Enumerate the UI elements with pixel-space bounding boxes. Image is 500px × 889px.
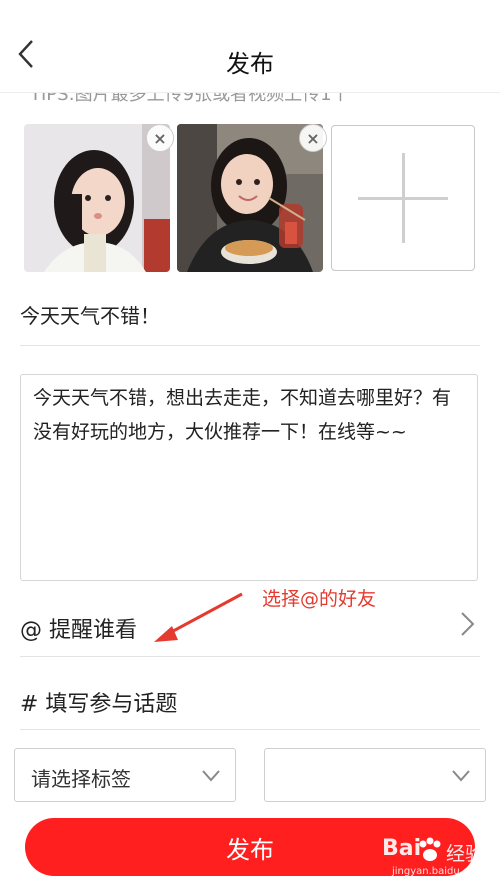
header-divider [0, 92, 500, 93]
chevron-down-icon [452, 770, 470, 782]
paw-icon [419, 837, 441, 861]
watermark-cn: 经验 [446, 843, 485, 865]
page-title: 发布 [226, 50, 274, 78]
remove-photo-2-button[interactable]: × [299, 124, 327, 152]
tag-select-placeholder: 请选择标签 [31, 767, 131, 791]
divider [20, 729, 480, 730]
header-bar: 发布 [0, 0, 500, 92]
post-content-textarea[interactable]: 今天天气不错，想出去走走，不知道去哪里好？有没有好玩的地方，大伙推荐一下！在线等… [20, 374, 478, 581]
topic-input-row[interactable]: # 填写参与话题 [20, 686, 177, 718]
tag-select[interactable]: 请选择标签 [14, 748, 236, 802]
arrow-annotation-icon [154, 592, 243, 642]
close-icon: × [306, 128, 320, 148]
chevron-right-icon[interactable] [458, 610, 478, 638]
remind-who-row[interactable]: @ 提醒谁看 [20, 612, 137, 644]
watermark-url: jingyan.baidu.com [392, 866, 485, 877]
remove-photo-1-button[interactable]: × [146, 124, 174, 152]
divider [20, 345, 480, 346]
baidu-jingyan-watermark: Bai 经验 jingyan.baidu.com [382, 836, 494, 884]
secondary-select[interactable] [264, 748, 486, 802]
divider [20, 656, 480, 657]
add-photo-button[interactable] [331, 125, 475, 271]
post-title-input[interactable]: 今天天气不错！ [20, 300, 480, 330]
close-icon: × [153, 128, 167, 148]
annotation-text: 选择@的好友 [262, 588, 377, 610]
chevron-down-icon [202, 770, 220, 782]
